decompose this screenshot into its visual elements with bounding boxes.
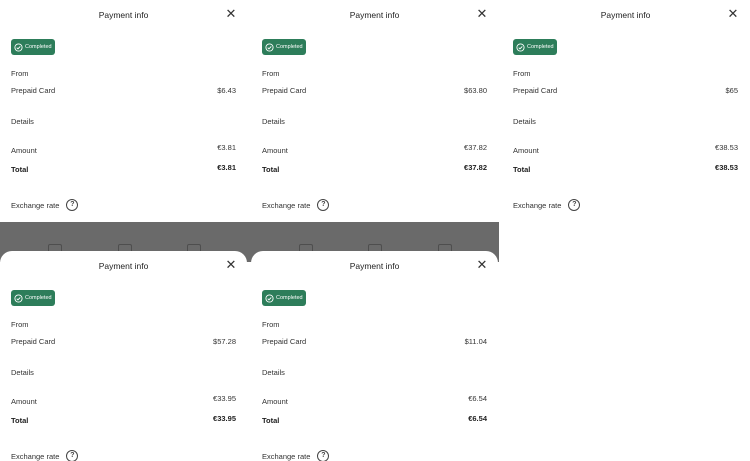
source-name: Prepaid Card bbox=[513, 86, 558, 95]
total-label: Total bbox=[262, 416, 280, 425]
question-circle-icon[interactable]: ? bbox=[66, 450, 79, 461]
check-circle-icon bbox=[265, 42, 274, 52]
status-label: Completed bbox=[276, 295, 303, 301]
amount-label: Amount bbox=[262, 397, 288, 406]
exchange-rate-label: Exchange rate bbox=[513, 200, 562, 210]
status-label: Completed bbox=[527, 44, 554, 50]
source-amount: $65 bbox=[725, 86, 738, 95]
payment-info-sheet: Payment info ✕ Completed From Prepaid Ca… bbox=[251, 251, 498, 461]
exchange-rate-label: Exchange rate bbox=[11, 200, 60, 210]
source-amount: $6.43 bbox=[217, 86, 236, 95]
status-badge: Completed bbox=[513, 39, 557, 55]
exchange-rate-label: Exchange rate bbox=[262, 451, 311, 461]
source-amount: $57.28 bbox=[213, 337, 236, 346]
details-label: Details bbox=[262, 117, 285, 126]
question-circle-icon[interactable]: ? bbox=[66, 199, 79, 211]
status-badge: Completed bbox=[262, 39, 306, 55]
from-label: From bbox=[11, 320, 29, 329]
sheet-title: Payment info bbox=[349, 10, 400, 20]
exchange-rate-label: Exchange rate bbox=[11, 451, 60, 461]
exchange-rate-row: Exchange rate ? bbox=[11, 199, 79, 211]
total-value: €38.53 bbox=[715, 163, 738, 172]
payment-info-sheet: Payment info ✕ Completed From Prepaid Ca… bbox=[0, 251, 247, 461]
payment-info-sheet: Payment info ✕ Completed From Prepaid Ca… bbox=[251, 0, 498, 222]
question-circle-icon[interactable]: ? bbox=[317, 199, 330, 211]
total-label: Total bbox=[513, 165, 531, 174]
close-icon[interactable]: ✕ bbox=[224, 258, 238, 272]
details-label: Details bbox=[513, 117, 536, 126]
from-label: From bbox=[11, 69, 29, 78]
sheet-title: Payment info bbox=[98, 261, 149, 271]
amount-value: €3.81 bbox=[217, 143, 236, 152]
question-circle-icon[interactable]: ? bbox=[568, 199, 581, 211]
total-value: €33.95 bbox=[213, 414, 236, 423]
question-circle-icon[interactable]: ? bbox=[317, 450, 330, 461]
sheet-title: Payment info bbox=[98, 10, 149, 20]
sheet-title: Payment info bbox=[600, 10, 651, 20]
source-name: Prepaid Card bbox=[262, 86, 307, 95]
total-value: €3.81 bbox=[217, 163, 236, 172]
source-name: Prepaid Card bbox=[11, 86, 56, 95]
close-icon[interactable]: ✕ bbox=[475, 258, 489, 272]
payment-info-sheet: Payment info ✕ Completed From Prepaid Ca… bbox=[0, 0, 247, 222]
amount-value: €33.95 bbox=[213, 394, 236, 403]
source-name: Prepaid Card bbox=[11, 337, 56, 346]
status-badge: Completed bbox=[262, 290, 306, 306]
check-circle-icon bbox=[265, 293, 274, 303]
total-label: Total bbox=[11, 416, 29, 425]
sheet-title: Payment info bbox=[349, 261, 400, 271]
status-badge: Completed bbox=[11, 39, 55, 55]
details-label: Details bbox=[11, 368, 34, 377]
amount-label: Amount bbox=[513, 146, 539, 155]
payment-info-sheet: Payment info ✕ Completed From Prepaid Ca… bbox=[502, 0, 749, 222]
exchange-rate-row: Exchange rate ? bbox=[513, 199, 581, 211]
from-label: From bbox=[262, 69, 280, 78]
exchange-rate-row: Exchange rate ? bbox=[262, 450, 330, 461]
exchange-rate-label: Exchange rate bbox=[262, 200, 311, 210]
from-label: From bbox=[262, 320, 280, 329]
total-value: €6.54 bbox=[468, 414, 487, 423]
details-label: Details bbox=[262, 368, 285, 377]
close-icon[interactable]: ✕ bbox=[475, 7, 489, 21]
check-circle-icon bbox=[516, 42, 525, 52]
status-badge: Completed bbox=[11, 290, 55, 306]
check-circle-icon bbox=[14, 42, 23, 52]
status-label: Completed bbox=[276, 44, 303, 50]
total-label: Total bbox=[262, 165, 280, 174]
amount-label: Amount bbox=[262, 146, 288, 155]
close-icon[interactable]: ✕ bbox=[726, 7, 740, 21]
amount-value: €6.54 bbox=[468, 394, 487, 403]
amount-value: €38.53 bbox=[715, 143, 738, 152]
total-label: Total bbox=[11, 165, 29, 174]
source-amount: $63.80 bbox=[464, 86, 487, 95]
total-value: €37.82 bbox=[464, 163, 487, 172]
exchange-rate-row: Exchange rate ? bbox=[262, 199, 330, 211]
amount-value: €37.82 bbox=[464, 143, 487, 152]
amount-label: Amount bbox=[11, 146, 37, 155]
status-label: Completed bbox=[25, 44, 52, 50]
exchange-rate-row: Exchange rate ? bbox=[11, 450, 79, 461]
status-label: Completed bbox=[25, 295, 52, 301]
check-circle-icon bbox=[14, 293, 23, 303]
details-label: Details bbox=[11, 117, 34, 126]
from-label: From bbox=[513, 69, 531, 78]
close-icon[interactable]: ✕ bbox=[224, 7, 238, 21]
source-name: Prepaid Card bbox=[262, 337, 307, 346]
source-amount: $11.04 bbox=[464, 337, 487, 346]
amount-label: Amount bbox=[11, 397, 37, 406]
